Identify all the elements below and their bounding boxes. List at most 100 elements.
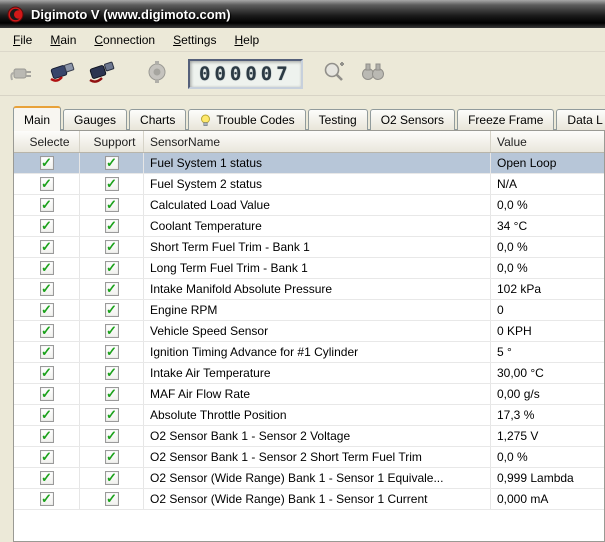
tab-main[interactable]: Main — [13, 106, 61, 131]
check-icon: ✓ — [106, 240, 117, 253]
selected-checkbox[interactable]: ✓ — [40, 492, 54, 506]
selected-checkbox[interactable]: ✓ — [40, 198, 54, 212]
header-sensorname[interactable]: SensorName — [144, 131, 491, 152]
device-button[interactable] — [139, 56, 175, 92]
support-checkbox[interactable]: ✓ — [105, 240, 119, 254]
binoculars-button[interactable] — [355, 56, 391, 92]
tab-o2-sensors[interactable]: O2 Sensors — [370, 109, 455, 130]
check-icon: ✓ — [106, 303, 117, 316]
support-checkbox[interactable]: ✓ — [105, 345, 119, 359]
tab-data-l[interactable]: Data L — [556, 109, 605, 130]
sensor-table: Selecte Support SensorName Value ✓✓Fuel … — [13, 130, 605, 542]
tab-freeze-frame[interactable]: Freeze Frame — [457, 109, 554, 130]
menu-main[interactable]: Main — [41, 28, 85, 51]
menu-settings[interactable]: Settings — [164, 28, 225, 51]
sensor-row[interactable]: ✓✓Coolant Temperature34 °C — [14, 216, 604, 237]
app-icon[interactable] — [7, 6, 24, 23]
tab-charts[interactable]: Charts — [129, 109, 186, 130]
disconnect-button[interactable] — [83, 56, 119, 92]
selected-checkbox[interactable]: ✓ — [40, 450, 54, 464]
sensor-name: Coolant Temperature — [144, 216, 491, 236]
sensor-name: O2 Sensor (Wide Range) Bank 1 - Sensor 1… — [144, 468, 491, 488]
selected-checkbox[interactable]: ✓ — [40, 177, 54, 191]
plug-button[interactable] — [5, 56, 41, 92]
sensor-value: 0 — [491, 300, 604, 320]
menu-connection[interactable]: Connection — [85, 28, 164, 51]
sensor-row[interactable]: ✓ ✓ O2 Sensor (Wide Range) Bank 1 - Sensor… — [14, 468, 604, 489]
support-checkbox[interactable]: ✓ — [105, 198, 119, 212]
support-checkbox[interactable]: ✓ — [105, 471, 119, 485]
support-checkbox[interactable]: ✓ — [105, 366, 119, 380]
sensor-row[interactable]: ✓✓Vehicle Speed Sensor0 KPH — [14, 321, 604, 342]
menu-file[interactable]: File — [4, 28, 41, 51]
menubar: FileMainConnectionSettingsHelp — [0, 28, 605, 52]
sensor-row[interactable]: ✓✓Long Term Fuel Trim - Bank 10,0 % — [14, 258, 604, 279]
titlebar[interactable]: Digimoto V (www.digimoto.com) — [0, 0, 605, 28]
table-header: Selecte Support SensorName Value — [14, 131, 604, 153]
support-checkbox[interactable]: ✓ — [105, 408, 119, 422]
connect-button[interactable] — [44, 56, 80, 92]
device-icon — [144, 60, 170, 87]
support-cell: ✓ — [80, 258, 144, 278]
sensor-row[interactable]: ✓✓O2 Sensor Bank 1 - Sensor 2 Short Term… — [14, 447, 604, 468]
sensor-row[interactable]: ✓✓MAF Air Flow Rate0,00 g/s — [14, 384, 604, 405]
tab-testing[interactable]: Testing — [308, 109, 368, 130]
support-checkbox[interactable]: ✓ — [105, 450, 119, 464]
sensor-name: Long Term Fuel Trim - Bank 1 — [144, 258, 491, 278]
selected-cell: ✓ — [14, 216, 80, 236]
sensor-value: 0,0 % — [491, 195, 604, 215]
sensor-value: 5 ° — [491, 342, 604, 362]
selected-checkbox[interactable]: ✓ — [40, 240, 54, 254]
support-checkbox[interactable]: ✓ — [105, 387, 119, 401]
sensor-row[interactable]: ✓✓Fuel System 1 statusOpen Loop — [14, 153, 604, 174]
sensor-row[interactable]: ✓✓Absolute Throttle Position17,3 % — [14, 405, 604, 426]
selected-checkbox[interactable]: ✓ — [40, 471, 54, 485]
support-checkbox[interactable]: ✓ — [105, 303, 119, 317]
check-icon: ✓ — [106, 471, 117, 484]
header-value[interactable]: Value — [491, 131, 604, 152]
support-checkbox[interactable]: ✓ — [105, 324, 119, 338]
sensor-row[interactable]: ✓✓O2 Sensor (Wide Range) Bank 1 - Sensor… — [14, 489, 604, 510]
tab-trouble-codes[interactable]: Trouble Codes — [188, 109, 305, 130]
menu-help[interactable]: Help — [225, 28, 268, 51]
sensor-row[interactable]: ✓✓Intake Air Temperature30,00 °C — [14, 363, 604, 384]
tab-gauges[interactable]: Gauges — [63, 109, 127, 130]
check-icon: ✓ — [106, 156, 117, 169]
selected-checkbox[interactable]: ✓ — [40, 324, 54, 338]
sensor-name: Intake Manifold Absolute Pressure — [144, 279, 491, 299]
connect-cable-icon — [48, 59, 76, 88]
selected-checkbox[interactable]: ✓ — [40, 282, 54, 296]
support-cell: ✓ — [80, 237, 144, 257]
support-checkbox[interactable]: ✓ — [105, 177, 119, 191]
support-checkbox[interactable]: ✓ — [105, 492, 119, 506]
sensor-name: O2 Sensor Bank 1 - Sensor 2 Voltage — [144, 426, 491, 446]
support-checkbox[interactable]: ✓ — [105, 282, 119, 296]
selected-checkbox[interactable]: ✓ — [40, 156, 54, 170]
selected-checkbox[interactable]: ✓ — [40, 345, 54, 359]
sensor-row[interactable]: ✓✓Calculated Load Value0,0 % — [14, 195, 604, 216]
support-checkbox[interactable]: ✓ — [105, 429, 119, 443]
check-icon: ✓ — [41, 324, 52, 337]
selected-checkbox[interactable]: ✓ — [40, 219, 54, 233]
header-selected[interactable]: Selecte — [14, 131, 80, 152]
sensor-row[interactable]: ✓✓Short Term Fuel Trim - Bank 10,0 % — [14, 237, 604, 258]
sensor-value: 1,275 V — [491, 426, 604, 446]
selected-checkbox[interactable]: ✓ — [40, 366, 54, 380]
selected-checkbox[interactable]: ✓ — [40, 387, 54, 401]
support-checkbox[interactable]: ✓ — [105, 219, 119, 233]
selected-checkbox[interactable]: ✓ — [40, 261, 54, 275]
support-checkbox[interactable]: ✓ — [105, 156, 119, 170]
support-checkbox[interactable]: ✓ — [105, 261, 119, 275]
sensor-row[interactable]: ✓ ✓ O2 Sensor Bank 1 - Sensor 2 Voltage1,2… — [14, 426, 604, 447]
zoom-plus-button[interactable] — [316, 56, 352, 92]
sensor-row[interactable]: ✓✓Fuel System 2 statusN/A — [14, 174, 604, 195]
sensor-row[interactable]: ✓✓Ignition Timing Advance for #1 Cylinde… — [14, 342, 604, 363]
selected-checkbox[interactable]: ✓ — [40, 408, 54, 422]
sensor-row[interactable]: ✓✓Engine RPM0 — [14, 300, 604, 321]
app-window: Digimoto V (www.digimoto.com) FileMainCo… — [0, 0, 605, 542]
sensor-row[interactable]: ✓✓Intake Manifold Absolute Pressure102 k… — [14, 279, 604, 300]
selected-checkbox[interactable]: ✓ — [40, 303, 54, 317]
header-support[interactable]: Support — [80, 131, 144, 152]
check-icon: ✓ — [106, 345, 117, 358]
selected-checkbox[interactable]: ✓ — [40, 429, 54, 443]
